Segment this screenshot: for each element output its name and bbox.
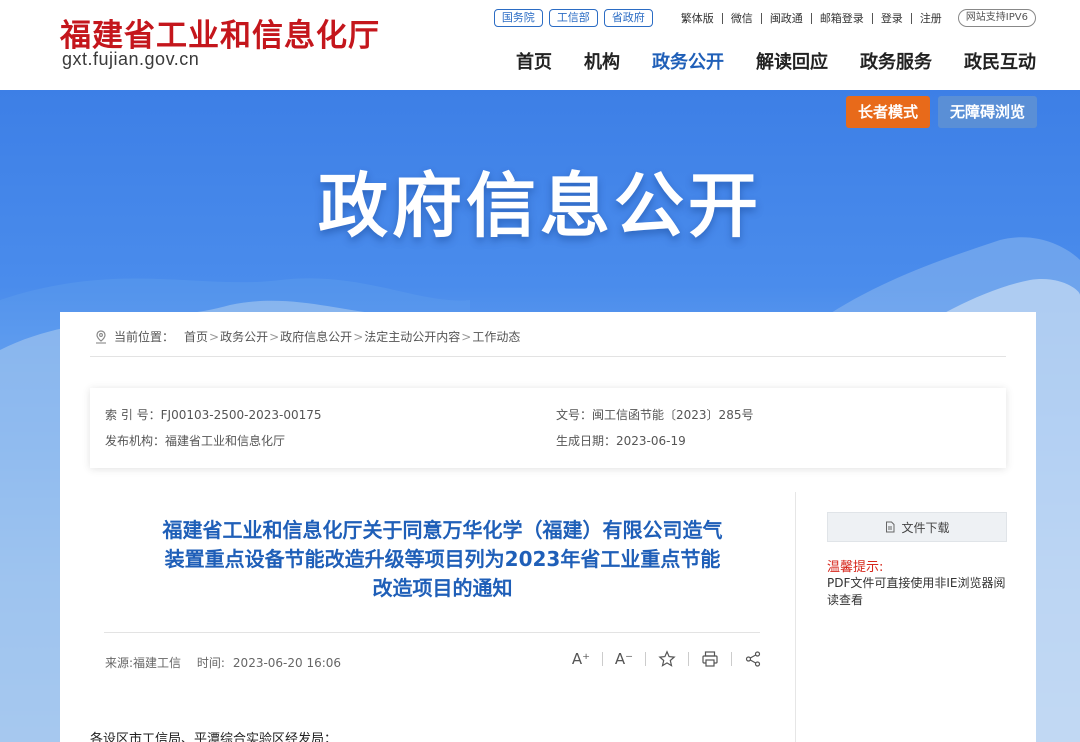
- register-link[interactable]: 注册: [910, 12, 950, 24]
- breadcrumb-info-disclosure[interactable]: 政府信息公开: [280, 328, 352, 345]
- site-header: 福建省工业和信息化厅 gxt.fujian.gov.cn 国务院 工信部 省政府…: [0, 0, 1080, 90]
- article-title: 福建省工业和信息化厅关于同意万华化学（福建）有限公司造气 装置重点设备节能改造升…: [162, 518, 723, 600]
- article-source: 来源:福建工信: [105, 656, 182, 670]
- breadcrumb: 当前位置： 首页 > 政务公开 > 政府信息公开 > 法定主动公开内容 > 工作…: [94, 328, 520, 345]
- login-link[interactable]: 登录: [871, 12, 911, 24]
- nav-interpretation[interactable]: 解读回应: [756, 48, 828, 74]
- breadcrumb-work-news[interactable]: 工作动态: [472, 328, 520, 345]
- share-icon[interactable]: [742, 650, 764, 668]
- nav-gov-affairs[interactable]: 政务公开: [652, 48, 724, 74]
- publishing-org: 发布机构：福建省工业和信息化厅: [105, 434, 286, 448]
- article-time-label: 时间:: [196, 656, 225, 670]
- generated-date: 生成日期：2023-06-19: [556, 434, 686, 448]
- nav-home[interactable]: 首页: [516, 48, 552, 74]
- breadcrumb-label: 当前位置：: [114, 330, 175, 344]
- banner-title: 政府信息公开: [318, 165, 762, 247]
- index-number: 索 引 号：FJ00103-2500-2023-00175: [105, 408, 322, 422]
- tip-text: PDF文件可直接使用非IE浏览器阅读查看: [827, 576, 1006, 607]
- mail-login-link[interactable]: 邮箱登录: [810, 12, 872, 24]
- traditional-chinese-link[interactable]: 繁体版: [673, 13, 722, 24]
- link-province[interactable]: 省政府: [603, 9, 653, 27]
- article-time: 2023-06-20 16:06: [232, 656, 342, 670]
- minzhengtong-link[interactable]: 闽政通: [760, 12, 811, 24]
- document-icon: [886, 521, 895, 533]
- ipv6-badge: 网站支持IPV6: [957, 9, 1036, 27]
- article-source-line: 来源:福建工信 时间: 2023-06-20 16:06: [105, 654, 353, 671]
- nav-services[interactable]: 政务服务: [860, 48, 932, 74]
- wechat-link[interactable]: 微信: [721, 12, 761, 24]
- location-pin-icon: [96, 329, 106, 344]
- link-miit[interactable]: 工信部: [548, 9, 598, 27]
- accessible-browsing-button[interactable]: 无障碍浏览: [938, 96, 1038, 128]
- font-increase-icon[interactable]: A⁺: [570, 650, 592, 668]
- top-links: 国务院 工信部 省政府 繁体版 微信 闽政通 邮箱登录 登录 注册 网站支持IP…: [493, 9, 1036, 27]
- site-url: gxt.fujian.gov.cn: [62, 49, 200, 69]
- divider: [104, 632, 760, 633]
- nav-organization[interactable]: 机构: [584, 48, 620, 74]
- tip-title: 温馨提示:: [827, 560, 884, 575]
- article-toolbar: A⁺ A⁻: [570, 650, 764, 668]
- elder-mode-button[interactable]: 长者模式: [846, 96, 931, 128]
- article: 福建省工业和信息化厅关于同意万华化学（福建）有限公司造气 装置重点设备节能改造升…: [90, 492, 795, 742]
- print-icon[interactable]: [699, 650, 721, 668]
- document-meta: 索 引 号：FJ00103-2500-2023-00175 发布机构：福建省工业…: [90, 388, 1006, 468]
- article-sidebar: 文件下载 温馨提示: PDF文件可直接使用非IE浏览器阅读查看: [827, 512, 1007, 609]
- divider: [795, 492, 796, 742]
- article-salutation: 各设区市工信局、平潭综合实验区经发局：: [90, 732, 338, 742]
- main-nav: 首页 机构 政务公开 解读回应 政务服务 政民互动: [484, 48, 1036, 74]
- breadcrumb-home[interactable]: 首页: [184, 328, 208, 345]
- nav-interaction[interactable]: 政民互动: [964, 48, 1036, 74]
- link-state-council[interactable]: 国务院: [493, 9, 543, 27]
- font-decrease-icon[interactable]: A⁻: [613, 650, 635, 668]
- star-icon[interactable]: [656, 650, 678, 668]
- breadcrumb-gov-affairs[interactable]: 政务公开: [220, 328, 268, 345]
- breadcrumb-statutory[interactable]: 法定主动公开内容: [364, 328, 460, 345]
- file-download-button[interactable]: 文件下载: [827, 512, 1007, 542]
- content-card: 当前位置： 首页 > 政务公开 > 政府信息公开 > 法定主动公开内容 > 工作…: [60, 312, 1036, 742]
- file-download-label: 文件下载: [901, 520, 950, 535]
- divider: [90, 356, 1006, 357]
- document-number: 文号：闽工信函节能〔2023〕285号: [556, 408, 754, 422]
